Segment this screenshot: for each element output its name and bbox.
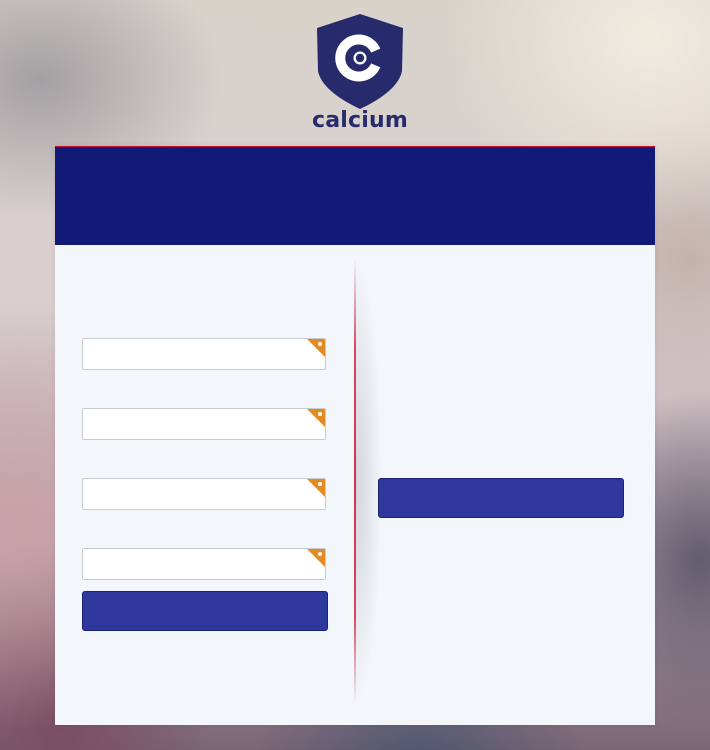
required-dot-icon xyxy=(318,482,322,486)
submit-button[interactable] xyxy=(82,591,328,631)
text-field-1[interactable] xyxy=(82,338,326,370)
card-header xyxy=(55,146,655,245)
text-field-2[interactable] xyxy=(82,408,326,440)
text-input-4[interactable] xyxy=(83,549,325,579)
required-corner-icon xyxy=(307,339,325,357)
required-corner-icon xyxy=(307,409,325,427)
brand-name: calcium xyxy=(312,108,408,133)
shield-logo-icon xyxy=(317,14,403,109)
required-corner-icon xyxy=(307,549,325,567)
text-input-3[interactable] xyxy=(83,479,325,509)
text-field-3[interactable] xyxy=(82,478,326,510)
vertical-divider xyxy=(354,258,356,705)
text-input-1[interactable] xyxy=(83,339,325,369)
text-input-2[interactable] xyxy=(83,409,325,439)
required-dot-icon xyxy=(318,552,322,556)
required-corner-icon xyxy=(307,479,325,497)
text-field-4[interactable] xyxy=(82,548,326,580)
required-dot-icon xyxy=(318,412,322,416)
required-dot-icon xyxy=(318,342,322,346)
login-card xyxy=(55,146,655,725)
side-action-button[interactable] xyxy=(378,478,624,518)
